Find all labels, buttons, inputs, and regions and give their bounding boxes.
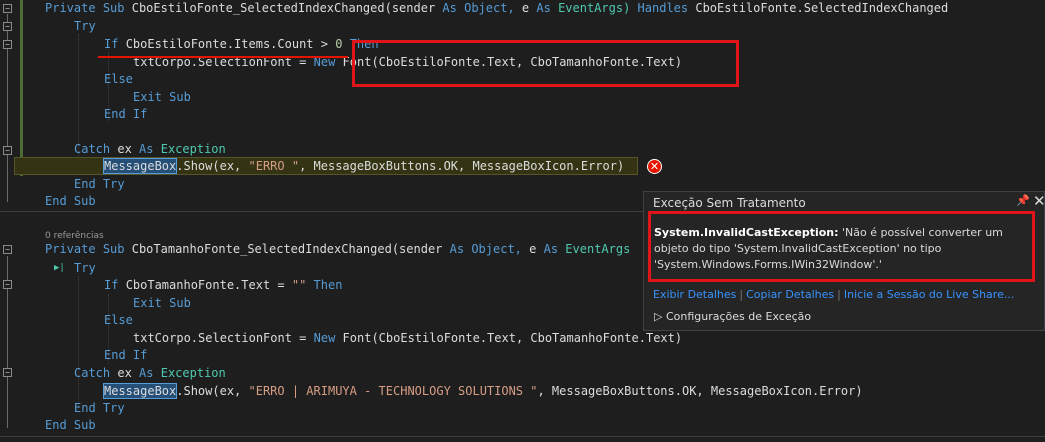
code-line[interactable]: If CboTamanhoFonte.Text = "" Then bbox=[104, 277, 342, 294]
collapse-icon[interactable]: − bbox=[3, 22, 12, 31]
annotation-underline bbox=[98, 56, 348, 58]
change-indicator bbox=[20, 0, 23, 176]
collapse-icon[interactable]: − bbox=[3, 368, 12, 377]
code-line[interactable]: Try bbox=[74, 18, 96, 35]
messagebox-reference[interactable]: MessageBox bbox=[102, 158, 178, 174]
code-line[interactable]: End Sub bbox=[45, 417, 96, 434]
code-line[interactable]: End Sub bbox=[45, 193, 96, 210]
code-line[interactable]: Else bbox=[104, 71, 133, 88]
indent-guide bbox=[78, 276, 79, 408]
code-line[interactable]: Catch ex As Exception bbox=[74, 365, 226, 382]
collapse-icon[interactable]: − bbox=[3, 146, 12, 155]
view-details-link[interactable]: Exibir Detalhes bbox=[653, 288, 736, 301]
live-share-link[interactable]: Inicie a Sessão do Live Share... bbox=[844, 288, 1014, 301]
method-separator bbox=[0, 436, 1045, 437]
pin-icon[interactable]: 📌 bbox=[1016, 194, 1030, 207]
codelens-references[interactable]: 0 referências bbox=[45, 231, 104, 241]
code-line[interactable]: End If bbox=[104, 106, 147, 123]
indent-guide bbox=[78, 34, 79, 158]
messagebox-reference[interactable]: MessageBox bbox=[102, 383, 178, 399]
annotation-box bbox=[648, 211, 1035, 282]
expand-arrow-icon: ▷ bbox=[654, 310, 666, 323]
code-line[interactable]: Exit Sub bbox=[133, 89, 191, 106]
annotation-box bbox=[352, 40, 739, 87]
close-icon[interactable]: ✕ bbox=[1033, 192, 1045, 210]
code-line[interactable]: End Try bbox=[74, 400, 125, 417]
code-line[interactable]: Exit Sub bbox=[133, 295, 191, 312]
collapse-icon[interactable]: − bbox=[3, 280, 12, 289]
exception-settings[interactable]: ▷ Configurações de Exceção bbox=[654, 310, 811, 323]
error-icon[interactable]: ✕ bbox=[647, 159, 662, 174]
collapse-icon[interactable]: − bbox=[3, 4, 12, 13]
code-line[interactable]: If CboEstiloFonte.Items.Count > 0 Then bbox=[104, 36, 379, 53]
code-line[interactable]: Catch ex As Exception bbox=[74, 141, 226, 158]
code-line[interactable]: Private Sub CboEstiloFonte_SelectedIndex… bbox=[45, 0, 948, 17]
link-separator: | bbox=[739, 288, 744, 301]
code-line[interactable]: Else bbox=[104, 312, 133, 329]
code-line[interactable]: End Try bbox=[74, 176, 125, 193]
run-to-click-icon[interactable]: ▶| bbox=[54, 263, 65, 273]
collapse-icon[interactable]: − bbox=[3, 245, 12, 254]
exception-settings-label: Configurações de Exceção bbox=[665, 310, 812, 323]
code-line[interactable]: MessageBox.Show(ex, "ERRO | ARIMUYA - TE… bbox=[102, 383, 863, 400]
exception-links: Exibir Detalhes | Copiar Detalhes | Inicie a… bbox=[653, 288, 1014, 301]
code-line[interactable]: MessageBox.Show(ex, "ERRO ", MessageBoxB… bbox=[102, 158, 624, 175]
link-separator: | bbox=[837, 288, 841, 301]
code-line[interactable]: txtCorpo.SelectionFont = New Font(CboEst… bbox=[133, 330, 682, 347]
code-line[interactable]: Private Sub CboTamanhoFonte_SelectedInde… bbox=[45, 241, 630, 258]
collapse-icon[interactable]: − bbox=[3, 40, 12, 49]
code-line[interactable]: Try bbox=[74, 260, 96, 277]
code-line[interactable]: End If bbox=[104, 347, 147, 364]
exception-title: Exceção Sem Tratamento bbox=[653, 196, 806, 210]
copy-details-link[interactable]: Copiar Detalhes bbox=[746, 288, 834, 301]
